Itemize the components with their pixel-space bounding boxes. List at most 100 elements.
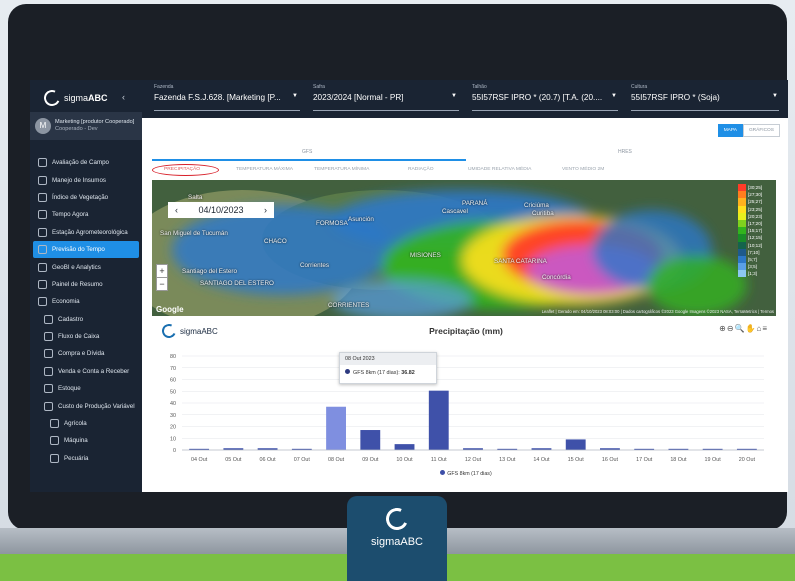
x-tick-label: 20 Out: [739, 457, 756, 463]
farm-select-underline: [154, 110, 300, 111]
x-tick-label: 09 Out: [362, 457, 379, 463]
chart-toolbar-icons[interactable]: ⊕⊖🔍✋⌂≡: [719, 324, 768, 333]
x-tick-label: 07 Out: [294, 457, 311, 463]
sidebar-item[interactable]: Economia: [30, 293, 142, 310]
chart-bar[interactable]: [326, 406, 346, 450]
sidebar-item-label: GeoBI e Analytics: [52, 263, 101, 271]
chart-legend[interactable]: GFS 8km (17 dias): [152, 470, 780, 477]
tab-gfs[interactable]: GFS: [302, 149, 312, 155]
tab-min-temperature[interactable]: TEMPERATURA MÍNIMA: [314, 167, 369, 172]
chevron-down-icon[interactable]: ▼: [772, 93, 778, 99]
next-date-icon[interactable]: ›: [264, 205, 267, 215]
sidebar-item-label: Agrícola: [64, 420, 87, 428]
avatar: M: [35, 118, 51, 134]
sidebar-item[interactable]: Estação Agrometeorológica: [30, 224, 142, 241]
sidebar-item[interactable]: Fluxo de Caixa: [30, 328, 142, 345]
sidebar-item-label: Custo de Produção Variável: [58, 402, 135, 410]
y-tick-label: 20: [170, 425, 176, 431]
chevron-down-icon[interactable]: ▼: [292, 93, 298, 99]
user-box[interactable]: M Marketing [produtor Cooperado] Coopera…: [30, 112, 142, 140]
legend-entry: [23;25]: [738, 205, 772, 213]
user-role: Cooperado - Dev: [55, 126, 98, 132]
sidebar-item[interactable]: Máquina: [30, 432, 142, 449]
legend-entry: [27;30]: [738, 191, 772, 199]
sidebar-item[interactable]: GeoBI e Analytics: [30, 258, 142, 275]
zoom-in-button[interactable]: +: [157, 265, 167, 278]
tab-radiation[interactable]: RADIAÇÃO: [408, 167, 434, 172]
date-selector[interactable]: ‹ 04/10/2023 ›: [168, 202, 274, 218]
chevron-down-icon[interactable]: ▼: [611, 93, 617, 99]
legend-swatch: [738, 212, 746, 220]
sidebar-item[interactable]: Tempo Agora: [30, 206, 142, 223]
charts-view-button[interactable]: GRÁFICOS: [742, 124, 780, 137]
stock-icon: [44, 384, 53, 394]
legend-swatch: [738, 219, 746, 228]
model-tabs: GFS HRES: [152, 146, 780, 161]
tab-wind[interactable]: VENTO MÉDIO 2M: [562, 167, 604, 172]
chevron-down-icon[interactable]: ▼: [451, 93, 457, 99]
sidebar-item[interactable]: Painel de Resumo: [30, 276, 142, 293]
tab-hres[interactable]: HRES: [618, 149, 632, 155]
y-tick-label: 30: [170, 413, 176, 419]
sidebar-item-label: Estoque: [58, 385, 81, 393]
sidebar-item[interactable]: Avaliação de Campo: [30, 154, 142, 171]
legend-dot-icon: [440, 470, 446, 475]
sidebar-item[interactable]: Manejo de Insumos: [30, 171, 142, 188]
farm-select-label: Fazenda: [154, 84, 174, 90]
map-view-button[interactable]: MAPA: [717, 124, 743, 137]
x-tick-label: 13 Out: [499, 457, 516, 463]
sidebar-item-label: Estação Agrometeorológica: [52, 228, 128, 236]
precipitation-map[interactable]: ‹ 04/10/2023 › + − Salta San Miguel de T…: [152, 180, 776, 316]
sidebar-item-label: Venda e Conta a Receber: [58, 367, 130, 375]
season-select-value: 2023/2024 [Normal - PR]: [313, 93, 404, 102]
sidebar-item[interactable]: Compra e Dívida: [30, 345, 142, 362]
register-icon: [44, 314, 53, 324]
crop-select[interactable]: Cultura 55I57RSF IPRO * (Soja): [631, 84, 720, 102]
zoom-out-button[interactable]: −: [157, 278, 167, 290]
vegetation-icon: [38, 192, 47, 202]
sidebar-item[interactable]: Agrícola: [30, 415, 142, 432]
x-tick-label: 12 Out: [465, 457, 482, 463]
series-dot-icon: [345, 369, 350, 374]
map-attribution[interactable]: Leaflet | Gerado em: 04/10/2023 08:03:00…: [542, 309, 774, 314]
map-label: SANTIAGO DEL ESTERO: [200, 280, 274, 287]
legend-swatch: [738, 198, 746, 206]
sidebar-item[interactable]: Índice de Vegetação: [30, 189, 142, 206]
season-select[interactable]: Safra 2023/2024 [Normal - PR]: [313, 84, 404, 102]
sidebar-item[interactable]: Previsão do Tempo: [33, 240, 139, 259]
tab-humidity[interactable]: UMIDADE RELATIVA MÉDIA: [468, 167, 531, 172]
prev-date-icon[interactable]: ‹: [175, 205, 178, 215]
farm-select[interactable]: Fazenda Fazenda F.S.J.628. [Marketing [P…: [154, 84, 281, 102]
sigma-logo-icon: [41, 87, 63, 109]
sidebar-item[interactable]: Venda e Conta a Receber: [30, 363, 142, 380]
current-date: 04/10/2023: [198, 205, 244, 215]
sidebar-item-label: Tempo Agora: [52, 211, 89, 219]
sidebar-item[interactable]: Cadastro: [30, 311, 142, 328]
sidebar-item[interactable]: Custo de Produção Variável: [30, 397, 142, 414]
chart-bar[interactable]: [565, 439, 586, 450]
tooltip-header: 08 Out 2023: [340, 353, 436, 365]
tab-max-temperature[interactable]: TEMPERATURA MÁXIMA: [236, 167, 293, 172]
tab-precipitation[interactable]: PRECIPITAÇÃO: [164, 167, 200, 172]
chevron-left-icon[interactable]: ‹: [122, 92, 125, 102]
view-toggle: MAPA GRÁFICOS: [717, 124, 780, 137]
sidebar-item[interactable]: Estoque: [30, 380, 142, 397]
sidebar-menu: Avaliação de Campo Manejo de Insumos Índic…: [30, 154, 142, 467]
chart-bar[interactable]: [394, 444, 415, 450]
x-tick-label: 14 Out: [533, 457, 550, 463]
chart-bar[interactable]: [360, 430, 381, 450]
plot-select[interactable]: Talhão 55I57RSF IPRO * (20.7) [T.A. (20.…: [472, 84, 602, 102]
chart-bar[interactable]: [428, 390, 449, 450]
map-legend: [30;25] [27;30] [25;27] [23;25] [20;23] [17;2…: [738, 184, 772, 278]
map-label: San Miguel de Tucumán: [160, 230, 228, 237]
legend-swatch: [738, 227, 746, 235]
legend-swatch: [738, 248, 746, 256]
plot-select-label: Talhão: [472, 84, 487, 90]
brand-logo[interactable]: sigmaABC: [41, 87, 108, 109]
sidebar-item-label: Manejo de Insumos: [52, 176, 106, 184]
app-screen: sigmaABC ‹ M Marketing [produtor Coopera…: [30, 80, 788, 492]
legend-entry: [15;17]: [738, 227, 772, 235]
legend-entry: [20;23]: [738, 212, 772, 220]
sidebar-item[interactable]: Pecuária: [30, 450, 142, 467]
x-tick-label: 08 Out: [328, 457, 345, 463]
